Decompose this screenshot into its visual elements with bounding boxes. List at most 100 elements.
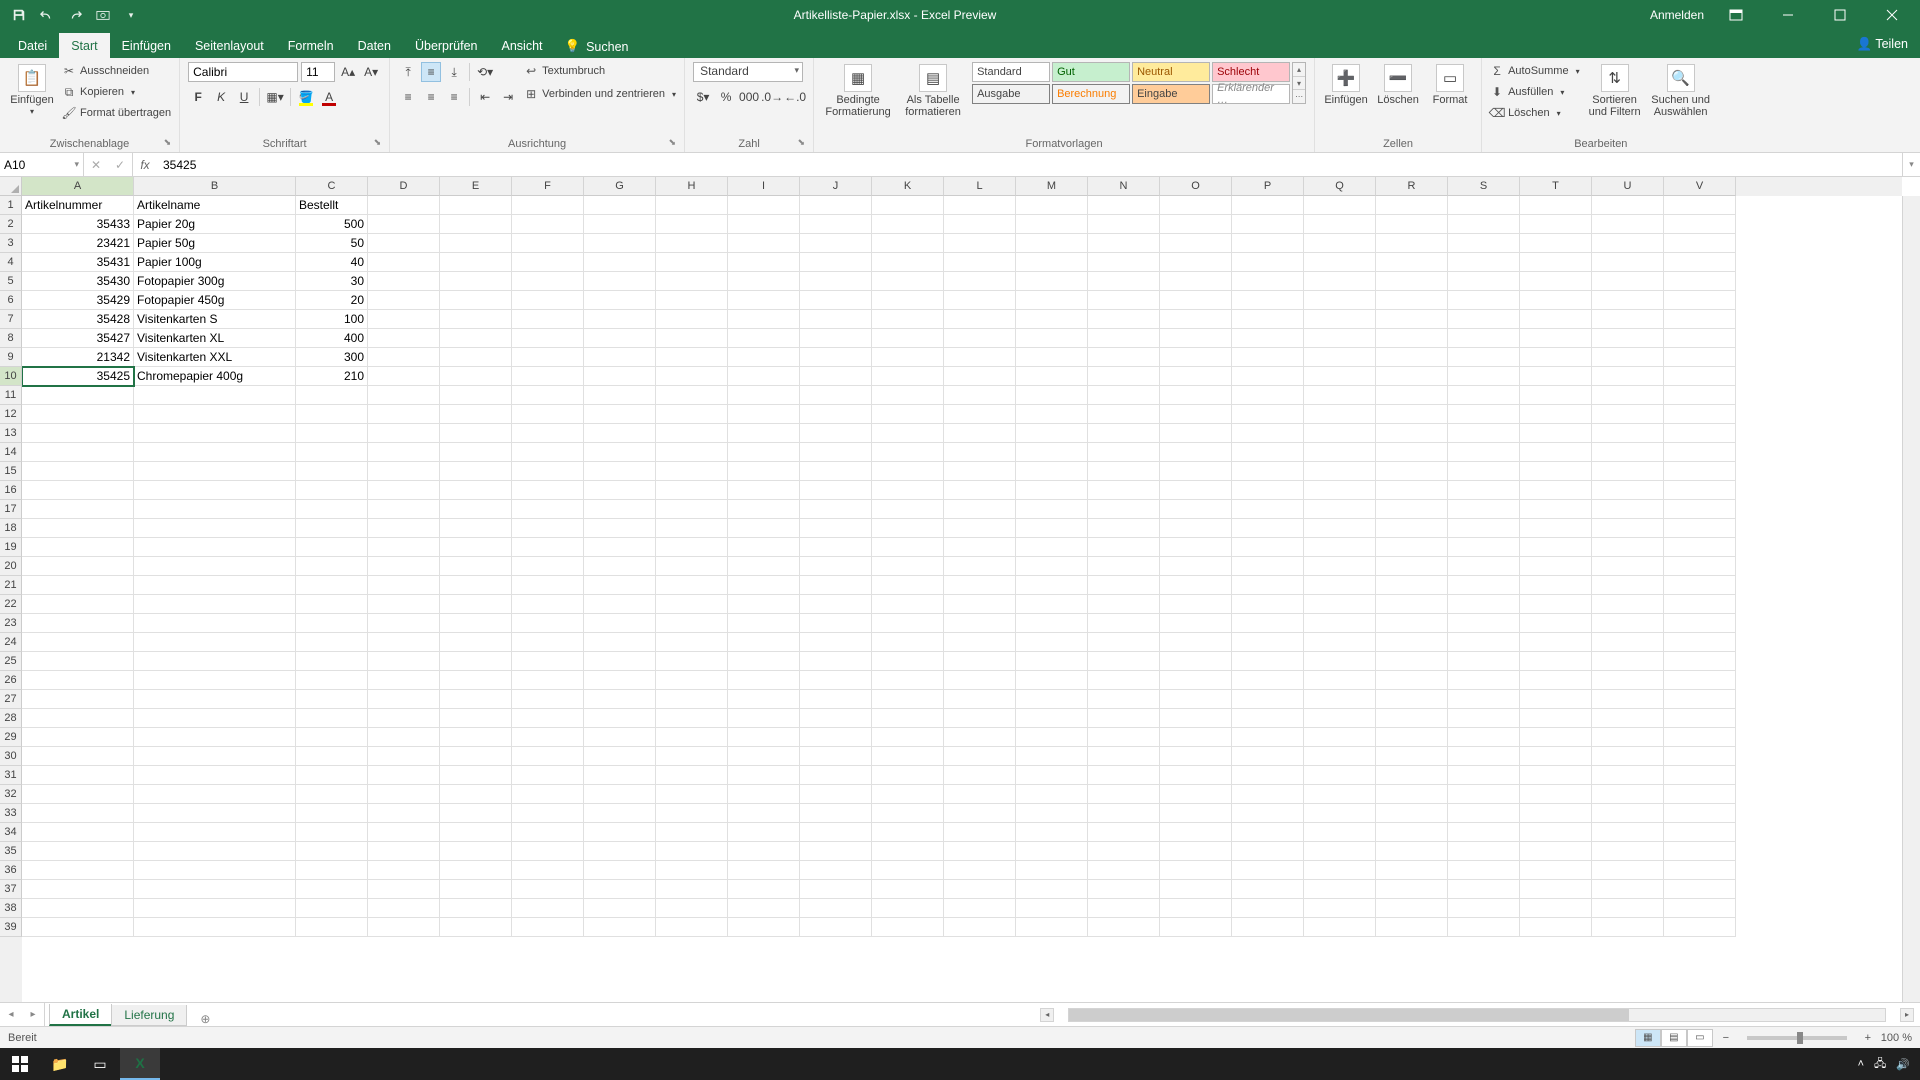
cell[interactable]	[296, 823, 368, 842]
cell[interactable]	[1088, 823, 1160, 842]
cell[interactable]	[1160, 709, 1232, 728]
cell[interactable]	[1520, 500, 1592, 519]
cell[interactable]: Visitenkarten S	[134, 310, 296, 329]
cell[interactable]	[1016, 367, 1088, 386]
cell[interactable]	[656, 519, 728, 538]
cell[interactable]	[296, 557, 368, 576]
cell[interactable]	[22, 842, 134, 861]
cell[interactable]	[1304, 557, 1376, 576]
cell[interactable]	[440, 234, 512, 253]
cell[interactable]	[1376, 652, 1448, 671]
cell[interactable]: Artikelname	[134, 196, 296, 215]
cell[interactable]	[512, 633, 584, 652]
cell[interactable]	[584, 272, 656, 291]
cell[interactable]	[1664, 538, 1736, 557]
cell[interactable]	[1376, 538, 1448, 557]
cell[interactable]	[1520, 576, 1592, 595]
font-color-button[interactable]: A	[319, 87, 339, 107]
cell[interactable]	[656, 310, 728, 329]
column-header[interactable]: M	[1016, 177, 1088, 196]
cell[interactable]	[872, 918, 944, 937]
cell[interactable]	[584, 671, 656, 690]
cell[interactable]	[944, 595, 1016, 614]
cell[interactable]	[1448, 766, 1520, 785]
cell[interactable]	[1016, 671, 1088, 690]
cell[interactable]	[728, 671, 800, 690]
cell[interactable]	[944, 728, 1016, 747]
cell[interactable]	[1376, 291, 1448, 310]
cell[interactable]	[1448, 538, 1520, 557]
cell[interactable]	[1304, 291, 1376, 310]
cell[interactable]	[296, 690, 368, 709]
cell[interactable]	[800, 842, 872, 861]
view-normal-icon[interactable]: ▦	[1635, 1029, 1661, 1047]
cell[interactable]	[1304, 310, 1376, 329]
cell[interactable]	[368, 424, 440, 443]
cell[interactable]	[1232, 424, 1304, 443]
cell[interactable]	[584, 367, 656, 386]
cell[interactable]	[728, 462, 800, 481]
cell[interactable]	[1376, 462, 1448, 481]
cell[interactable]	[1448, 519, 1520, 538]
cell[interactable]	[1664, 367, 1736, 386]
cell[interactable]	[1088, 253, 1160, 272]
row-header[interactable]: 15	[0, 462, 22, 481]
cell[interactable]	[1088, 766, 1160, 785]
cell[interactable]	[134, 671, 296, 690]
font-size-input[interactable]	[301, 62, 335, 82]
cell[interactable]	[368, 614, 440, 633]
cell[interactable]	[1088, 500, 1160, 519]
cell[interactable]	[944, 348, 1016, 367]
cell[interactable]	[1088, 386, 1160, 405]
cell[interactable]	[1232, 329, 1304, 348]
cell[interactable]	[134, 918, 296, 937]
cell[interactable]	[728, 690, 800, 709]
cell[interactable]	[1376, 576, 1448, 595]
row-header[interactable]: 14	[0, 443, 22, 462]
cell[interactable]	[134, 823, 296, 842]
row-header[interactable]: 27	[0, 690, 22, 709]
cell[interactable]	[1664, 215, 1736, 234]
cell[interactable]	[1376, 234, 1448, 253]
row-header[interactable]: 35	[0, 842, 22, 861]
cell[interactable]	[368, 804, 440, 823]
cell[interactable]	[22, 595, 134, 614]
cell[interactable]	[134, 709, 296, 728]
cell[interactable]	[800, 747, 872, 766]
cell[interactable]	[800, 405, 872, 424]
cell[interactable]	[368, 215, 440, 234]
cell[interactable]	[22, 899, 134, 918]
cell[interactable]	[1304, 462, 1376, 481]
wrap-text-button[interactable]: ↩Textumbruch	[524, 62, 676, 80]
cell[interactable]	[440, 842, 512, 861]
formula-input[interactable]: 35425	[157, 153, 1902, 176]
cell[interactable]	[1016, 253, 1088, 272]
cell[interactable]	[584, 652, 656, 671]
cell[interactable]	[800, 918, 872, 937]
cell[interactable]	[1016, 747, 1088, 766]
cell[interactable]	[134, 690, 296, 709]
cell[interactable]: Visitenkarten XXL	[134, 348, 296, 367]
cell[interactable]	[1592, 538, 1664, 557]
cell[interactable]	[1232, 215, 1304, 234]
cell[interactable]	[728, 196, 800, 215]
cell[interactable]	[1088, 880, 1160, 899]
cell[interactable]	[1232, 633, 1304, 652]
cell[interactable]	[944, 538, 1016, 557]
cell[interactable]	[296, 709, 368, 728]
cell[interactable]	[800, 728, 872, 747]
cell[interactable]	[944, 386, 1016, 405]
cell[interactable]	[512, 196, 584, 215]
cell[interactable]	[1664, 405, 1736, 424]
row-header[interactable]: 13	[0, 424, 22, 443]
cell[interactable]	[1520, 367, 1592, 386]
cell[interactable]	[584, 595, 656, 614]
align-top-icon[interactable]: ⤒	[398, 62, 418, 82]
cell[interactable]	[656, 690, 728, 709]
column-header[interactable]: U	[1592, 177, 1664, 196]
cell[interactable]	[656, 633, 728, 652]
cell[interactable]	[944, 842, 1016, 861]
row-header[interactable]: 38	[0, 899, 22, 918]
cell[interactable]	[656, 823, 728, 842]
cell[interactable]	[1592, 348, 1664, 367]
